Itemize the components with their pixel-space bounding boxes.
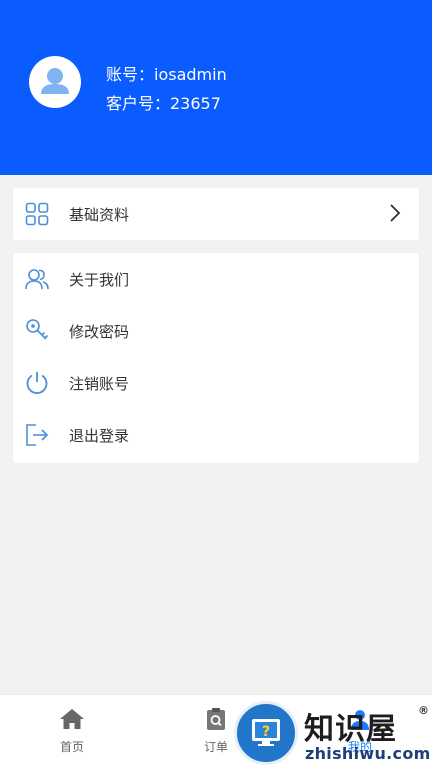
home-icon (60, 709, 84, 729)
chevron-right-icon (389, 203, 401, 227)
menu-item-change-password[interactable]: 修改密码 (13, 305, 419, 357)
tab-home[interactable]: 首页 (42, 707, 102, 755)
user-avatar-icon (41, 68, 69, 94)
watermark-title: 知识屋 (304, 712, 397, 747)
tab-label: 首页 (59, 740, 84, 754)
menu-item-label: 退出登录 (69, 426, 130, 445)
settings-card: 关于我们 修改密码 注销账号 退出登录 (13, 253, 419, 463)
menu-item-label: 关于我们 (69, 270, 130, 289)
order-icon (207, 708, 225, 730)
menu-item-logout[interactable]: 退出登录 (13, 409, 419, 461)
profile-header: 账号：iosadmin 客户号：23657 (0, 0, 432, 175)
avatar[interactable] (29, 56, 81, 108)
question-icon: ? (252, 719, 280, 746)
menu-item-label: 注销账号 (69, 374, 130, 393)
logout-icon (24, 422, 50, 448)
grid-icon (24, 201, 50, 227)
account-customer-number: 客户号：23657 (106, 94, 221, 113)
account-username: 账号：iosadmin (106, 65, 227, 84)
menu-item-basic-info[interactable]: 基础资料 (13, 188, 419, 240)
users-icon (24, 266, 50, 292)
watermark-badge: ? (234, 701, 298, 765)
key-icon (24, 318, 50, 344)
power-icon (24, 370, 50, 396)
menu-item-about-us[interactable]: 关于我们 (13, 253, 419, 305)
menu-item-label: 基础资料 (69, 205, 130, 224)
basic-info-card: 基础资料 (13, 188, 419, 240)
watermark-url: zhishiwu.com (305, 744, 431, 763)
watermark-registered-mark: ® (418, 704, 429, 717)
menu-item-label: 修改密码 (69, 322, 130, 341)
svg-text:?: ? (262, 724, 270, 740)
menu-item-cancel-account[interactable]: 注销账号 (13, 357, 419, 409)
